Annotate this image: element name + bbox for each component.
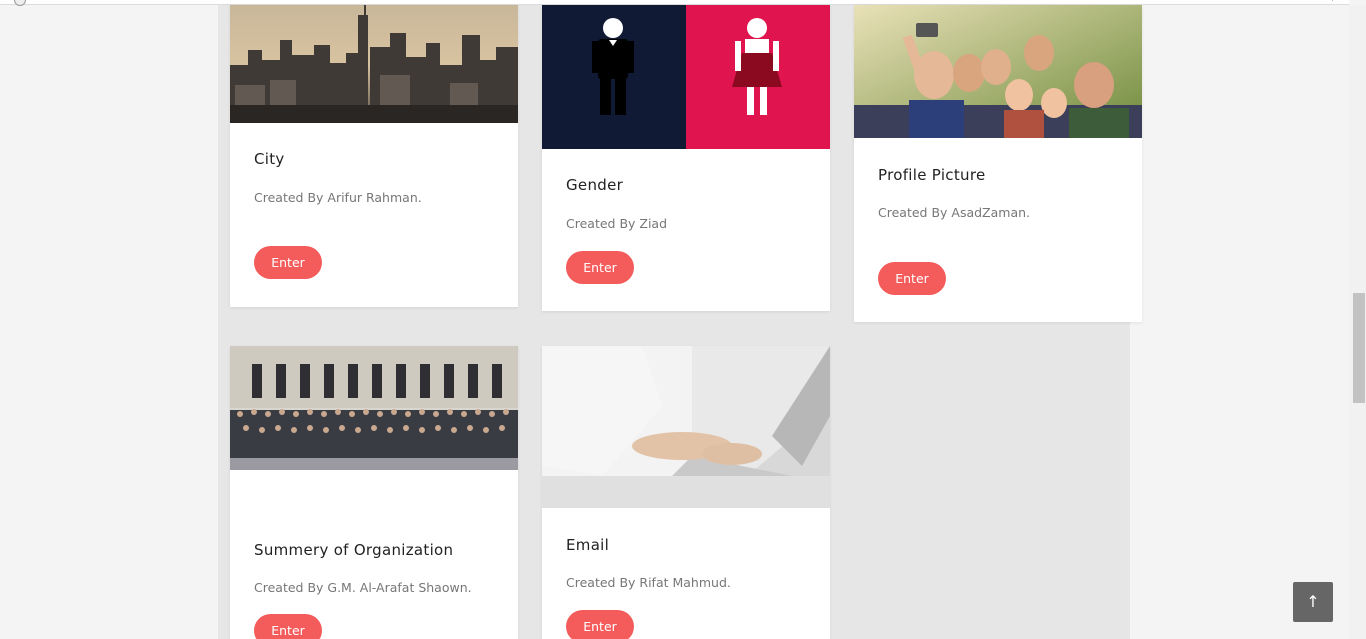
card-author: Created By Ziad bbox=[566, 216, 668, 231]
card-title: Profile Picture bbox=[878, 166, 986, 184]
favicon-icon bbox=[14, 0, 26, 6]
card-author: Created By Rifat Mahmud. bbox=[566, 575, 731, 590]
family-selfie-image bbox=[854, 5, 1142, 138]
back-to-top-button[interactable]: ↑ bbox=[1293, 582, 1333, 622]
card-title: Email bbox=[566, 536, 610, 554]
card-author: Created By G.M. Al-Arafat Shaown. bbox=[254, 580, 472, 595]
card-author: Created By AsadZaman. bbox=[878, 205, 1031, 220]
chevron-down-icon[interactable]: ▾ bbox=[1330, 0, 1335, 4]
enter-button[interactable]: Enter bbox=[254, 614, 322, 639]
card-author: Created By Arifur Rahman. bbox=[254, 190, 422, 205]
survey-card-gender: Gender Created By Ziad Enter bbox=[542, 5, 830, 311]
enter-button[interactable]: Enter bbox=[878, 262, 946, 295]
arrow-up-icon: ↑ bbox=[1306, 592, 1320, 611]
card-title: Summery of Organization bbox=[254, 541, 454, 559]
page-scrollbar[interactable] bbox=[1349, 5, 1366, 639]
survey-card-email: Email Created By Rifat Mahmud. Enter bbox=[542, 346, 830, 639]
card-title: Gender bbox=[566, 176, 624, 194]
card-title: City bbox=[254, 150, 285, 168]
survey-card-city: City Created By Arifur Rahman. Enter bbox=[230, 5, 518, 307]
scrollbar-thumb[interactable] bbox=[1353, 293, 1365, 403]
organization-group-photo-image bbox=[230, 346, 518, 470]
laptop-typing-image bbox=[542, 346, 830, 508]
gender-icons-image bbox=[542, 5, 830, 149]
survey-card-profile-picture: Profile Picture Created By AsadZaman. En… bbox=[854, 5, 1142, 322]
city-skyline-image bbox=[230, 5, 518, 123]
enter-button[interactable]: Enter bbox=[254, 246, 322, 279]
enter-button[interactable]: Enter bbox=[566, 610, 634, 639]
enter-button[interactable]: Enter bbox=[566, 251, 634, 284]
survey-card-summery-of-organization: Summery of Organization Created By G.M. … bbox=[230, 346, 518, 639]
